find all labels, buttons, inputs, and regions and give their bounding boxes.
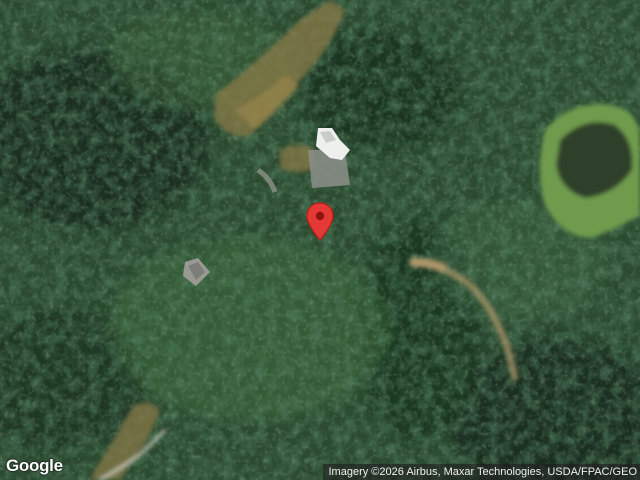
location-pin-icon[interactable] [305,202,335,242]
satellite-map[interactable]: Google Imagery ©2026 Airbus, Maxar Techn… [0,0,640,480]
google-logo: Google [6,456,63,475]
map-attribution: Imagery ©2026 Airbus, Maxar Technologies… [322,464,640,480]
